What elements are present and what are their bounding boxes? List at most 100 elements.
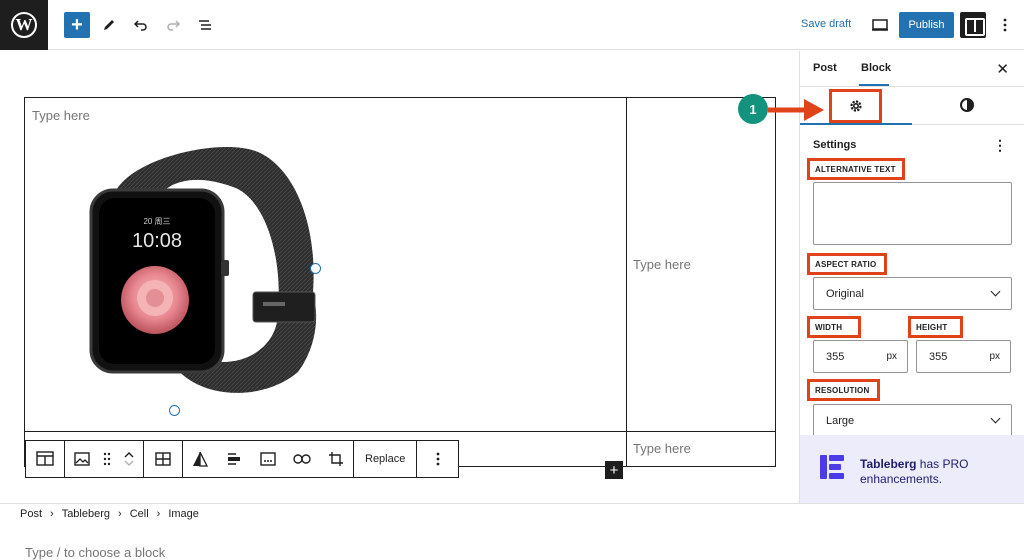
width-input[interactable]: 355 px <box>813 340 908 373</box>
tableberg-table-block[interactable]: Type here Type here Type here 20 周三 10:0… <box>24 97 776 467</box>
crop-button[interactable] <box>325 448 347 470</box>
table-row-divider <box>25 431 775 432</box>
height-unit[interactable]: px <box>989 351 1000 362</box>
save-draft-button[interactable]: Save draft <box>801 18 851 30</box>
pencil-icon <box>104 20 114 30</box>
width-label: WIDTH <box>807 316 861 338</box>
block-breadcrumb: Post › Tableberg › Cell › Image <box>0 503 1024 524</box>
table-cell-icon <box>36 451 54 466</box>
link-icon <box>293 454 311 464</box>
undo-icon <box>133 20 147 31</box>
chevron-right-icon: › <box>156 508 161 520</box>
block-toolbar: Replace <box>25 440 459 478</box>
table-options-button[interactable] <box>152 448 174 470</box>
table-column-divider <box>626 98 627 466</box>
tab-post[interactable]: Post <box>813 62 837 74</box>
promo-text: Tableberg has PRO enhancements. <box>860 457 969 487</box>
tableberg-logo-icon <box>820 455 844 479</box>
preview-button[interactable] <box>867 12 893 38</box>
breadcrumb-item-image: Image <box>168 508 199 520</box>
promo-line-2: enhancements. <box>860 472 943 486</box>
chevron-right-icon: › <box>50 508 54 520</box>
tools-button[interactable] <box>96 12 122 38</box>
table-options-section <box>144 441 183 477</box>
width-unit[interactable]: px <box>886 351 897 362</box>
chevron-down-icon <box>990 286 1001 297</box>
caption-icon <box>260 452 276 466</box>
width-value: 355 <box>826 350 845 363</box>
cell-placeholder[interactable]: Type here <box>32 108 90 123</box>
promo-line-1: has PRO <box>916 457 969 471</box>
block-subtabs <box>800 87 1024 125</box>
move-up-down-buttons[interactable] <box>121 448 137 470</box>
replace-button[interactable]: Replace <box>354 453 416 465</box>
resolution-value: Large <box>826 414 855 427</box>
aspect-ratio-select[interactable]: Original <box>813 277 1012 310</box>
height-label: HEIGHT <box>908 316 963 338</box>
chevron-right-icon: › <box>118 508 122 520</box>
annotation-arrow <box>768 99 824 121</box>
editor-header: W + Save draft Publish <box>0 0 1024 50</box>
tab-block[interactable]: Block <box>859 62 891 86</box>
tableberg-pro-promo[interactable]: Tableberg has PRO enhancements. <box>800 435 1024 503</box>
duotone-icon <box>193 451 208 467</box>
resize-handle-bottom[interactable] <box>169 405 180 416</box>
undo-button[interactable] <box>128 12 154 38</box>
settings-sidebar: Post Block ✕ Settings ⋮ ALTERNATIVE TEXT… <box>799 51 1024 503</box>
resize-handle-right[interactable] <box>310 263 321 274</box>
breadcrumb-item-post[interactable]: Post <box>20 508 42 520</box>
height-value: 355 <box>929 350 948 363</box>
vertical-ellipsis-icon <box>1003 18 1007 32</box>
caption-button[interactable] <box>257 448 279 470</box>
add-row-button[interactable]: + <box>605 461 623 479</box>
editor-canvas: Type here Type here Type here 20 周三 10:0… <box>0 51 799 560</box>
document-overview-button[interactable] <box>192 12 218 38</box>
select-parent-button[interactable] <box>34 448 56 470</box>
settings-tab[interactable] <box>829 89 882 123</box>
settings-panel-title[interactable]: Settings <box>813 139 856 151</box>
image-tools-section <box>183 441 354 477</box>
align-button[interactable] <box>223 448 245 470</box>
wordpress-logo-button[interactable]: W <box>0 0 48 50</box>
watch-time: 10:08 <box>132 230 182 252</box>
cell-placeholder[interactable]: Type here <box>633 257 691 272</box>
redo-button[interactable] <box>160 12 186 38</box>
watch-date: 20 周三 <box>143 217 170 226</box>
chevron-up-icon <box>124 452 134 458</box>
add-block-button[interactable]: + <box>64 12 90 38</box>
breadcrumb-item-cell[interactable]: Cell <box>130 508 149 520</box>
alt-text-label: ALTERNATIVE TEXT <box>807 158 905 180</box>
duotone-button[interactable] <box>189 448 211 470</box>
replace-section: Replace <box>354 441 418 477</box>
drag-handle[interactable] <box>101 448 113 470</box>
resolution-label: RESOLUTION <box>807 379 880 401</box>
height-input[interactable]: 355 px <box>916 340 1011 373</box>
desktop-icon <box>872 19 888 31</box>
aspect-ratio-label: ASPECT RATIO <box>807 253 887 275</box>
resolution-select[interactable]: Large <box>813 404 1012 437</box>
plus-icon: + <box>71 13 83 36</box>
breadcrumb-item-tableberg[interactable]: Tableberg <box>62 508 110 520</box>
image-block-button[interactable] <box>71 448 93 470</box>
image-icon <box>74 452 90 466</box>
cell-placeholder[interactable]: Type here <box>633 441 691 456</box>
styles-tab-contrast-icon[interactable] <box>960 98 974 112</box>
close-icon[interactable]: ✕ <box>996 60 1009 78</box>
drag-dots-icon <box>103 452 111 466</box>
chevron-down-icon <box>990 413 1001 424</box>
promo-brand: Tableberg <box>860 457 917 471</box>
gear-icon <box>849 100 862 112</box>
vertical-ellipsis-icon[interactable]: ⋮ <box>993 137 1007 154</box>
publish-button[interactable]: Publish <box>899 12 954 38</box>
block-appender-placeholder[interactable]: Type / to choose a block <box>25 545 165 560</box>
alt-text-input[interactable] <box>813 182 1012 245</box>
redo-icon <box>167 20 181 31</box>
link-button[interactable] <box>291 448 313 470</box>
block-options-button[interactable] <box>427 448 449 470</box>
settings-sidebar-toggle[interactable] <box>960 12 986 38</box>
sidebar-tabs: Post Block ✕ <box>800 51 1024 87</box>
smartwatch-image[interactable]: 20 周三 10:08 <box>63 142 323 412</box>
options-button[interactable] <box>992 12 1018 38</box>
more-options-section <box>417 441 459 477</box>
crop-icon <box>329 452 343 466</box>
